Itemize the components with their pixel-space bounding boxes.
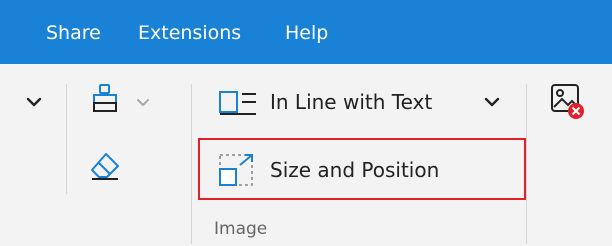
- size-position-label: Size and Position: [270, 158, 440, 182]
- menu-help[interactable]: Help: [285, 22, 328, 44]
- eraser-icon: [91, 153, 119, 180]
- group-label-image: Image: [214, 219, 268, 239]
- menu-share[interactable]: Share: [46, 22, 101, 44]
- app-window: Share Extensions Help In Line with Text …: [0, 0, 612, 246]
- ribbon-separator: [66, 84, 67, 194]
- ribbon-separator: [526, 84, 527, 244]
- chevron-down-icon[interactable]: [484, 96, 500, 108]
- menu-extensions[interactable]: Extensions: [138, 22, 241, 44]
- ribbon-separator: [191, 84, 192, 244]
- wrap-text-dropdown[interactable]: In Line with Text: [218, 84, 432, 120]
- menu-bar: Share Extensions Help: [0, 0, 612, 64]
- wrap-text-label: In Line with Text: [270, 90, 433, 114]
- format-painter-button[interactable]: [90, 82, 126, 118]
- chevron-down-icon[interactable]: [26, 96, 42, 108]
- paint-brush-icon: [93, 84, 117, 112]
- remove-image-button[interactable]: [550, 82, 590, 122]
- wrap-text-icon: [219, 91, 256, 115]
- clear-format-button[interactable]: [88, 148, 124, 184]
- chevron-down-icon[interactable]: [136, 98, 150, 108]
- image-remove-icon: [551, 84, 584, 119]
- size-position-button[interactable]: Size and Position: [218, 152, 439, 188]
- ribbon: In Line with Text Size and Position Imag…: [0, 64, 612, 246]
- size-position-icon: [219, 154, 253, 186]
